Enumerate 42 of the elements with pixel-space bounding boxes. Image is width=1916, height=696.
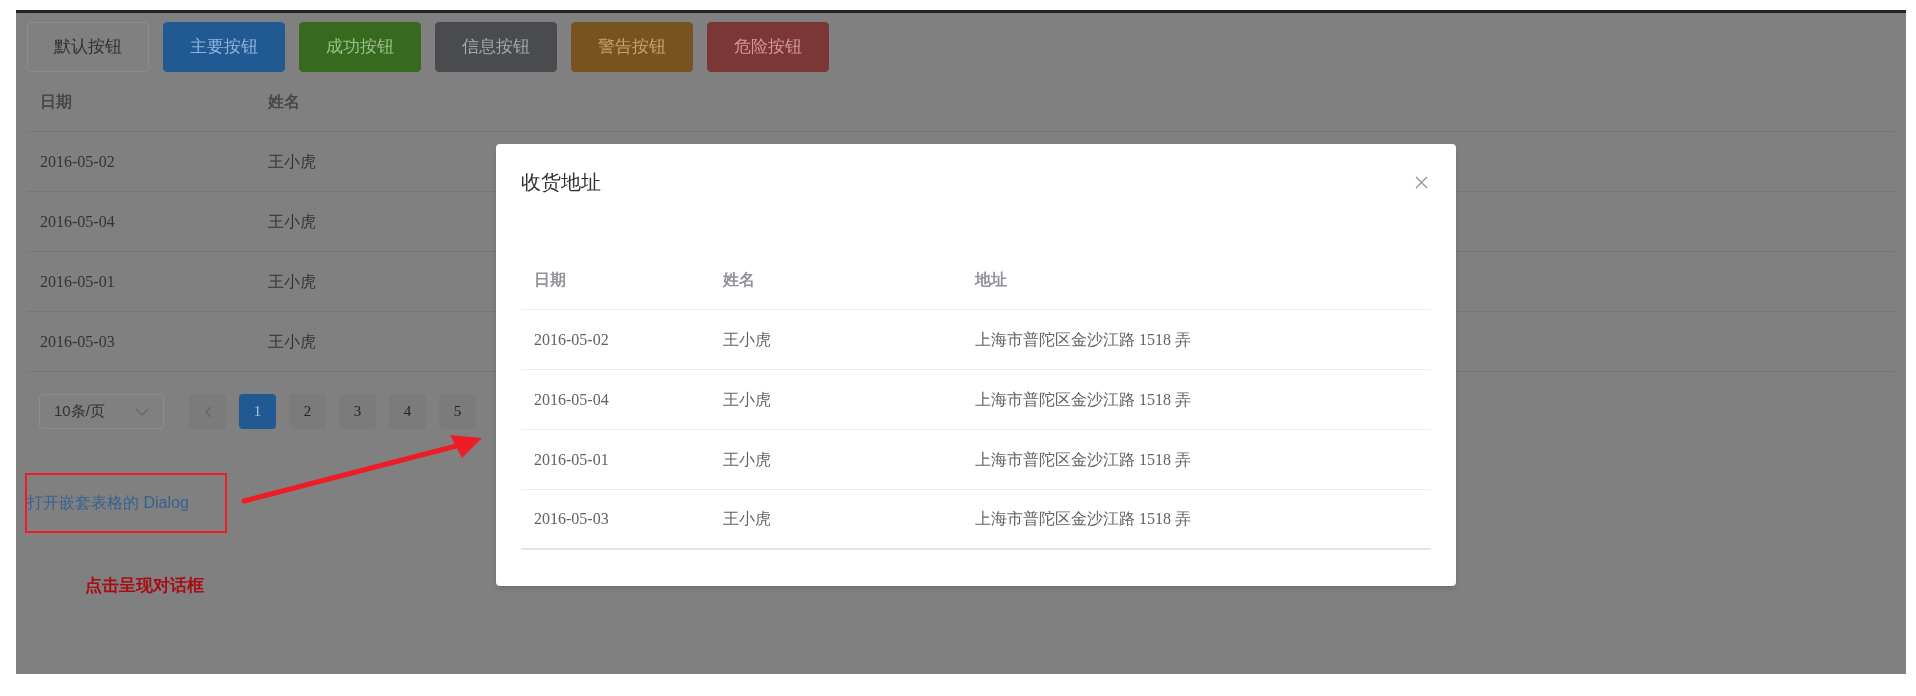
action-button[interactable]: 主要按钮 (163, 22, 285, 72)
action-button[interactable]: 警告按钮 (571, 22, 693, 72)
column-header: 地址 (975, 270, 1007, 288)
table-cell: 2016-05-02 (534, 330, 609, 348)
column-header: 姓名 (723, 270, 755, 288)
page-button[interactable]: 5 (439, 394, 476, 429)
table-cell: 2016-05-03 (40, 332, 115, 350)
table-cell: 王小虎 (723, 330, 771, 348)
page-button[interactable]: 2 (289, 394, 326, 429)
table-cell: 王小虎 (723, 510, 771, 527)
table-cell: 上海市普陀区金沙江路 1518 弄 (975, 390, 1191, 408)
page-button[interactable]: 1 (239, 394, 276, 429)
dialog-title: 收货地址 (521, 170, 601, 195)
table-cell: 上海市普陀区金沙江路 1518 弄 (975, 450, 1191, 468)
table-cell: 2016-05-01 (534, 450, 609, 468)
action-button[interactable]: 默认按钮 (27, 22, 149, 72)
close-icon[interactable] (1415, 175, 1428, 189)
column-header: 日期 (40, 92, 72, 110)
table-cell: 王小虎 (723, 390, 771, 408)
action-button[interactable]: 信息按钮 (435, 22, 557, 72)
table-cell: 上海市普陀区金沙江路 1518 弄 (975, 330, 1191, 348)
table-cell: 王小虎 (723, 450, 771, 468)
column-header: 姓名 (268, 92, 300, 110)
table-cell: 2016-05-02 (40, 152, 115, 170)
column-header: 日期 (534, 270, 566, 288)
table-cell: 2016-05-04 (40, 212, 115, 230)
annotation-text: 点击呈现对话框 (85, 576, 204, 595)
page-size-select[interactable]: 10条/页 (39, 394, 164, 429)
table-cell: 2016-05-01 (40, 272, 115, 290)
table-cell: 上海市普陀区金沙江路 1518 弄 (975, 510, 1191, 527)
table-cell: 王小虎 (268, 152, 316, 170)
page-button[interactable]: 4 (389, 394, 426, 429)
table-cell: 2016-05-03 (534, 510, 609, 527)
table-cell: 2016-05-04 (534, 390, 609, 408)
table-cell: 王小虎 (268, 272, 316, 290)
page-button[interactable]: 3 (339, 394, 376, 429)
chevron-down-icon (135, 407, 149, 416)
table-cell: 王小虎 (268, 212, 316, 230)
action-button[interactable]: 危险按钮 (707, 22, 829, 72)
table-cell: 王小虎 (268, 332, 316, 350)
arrow-icon (240, 432, 485, 506)
action-button[interactable]: 成功按钮 (299, 22, 421, 72)
